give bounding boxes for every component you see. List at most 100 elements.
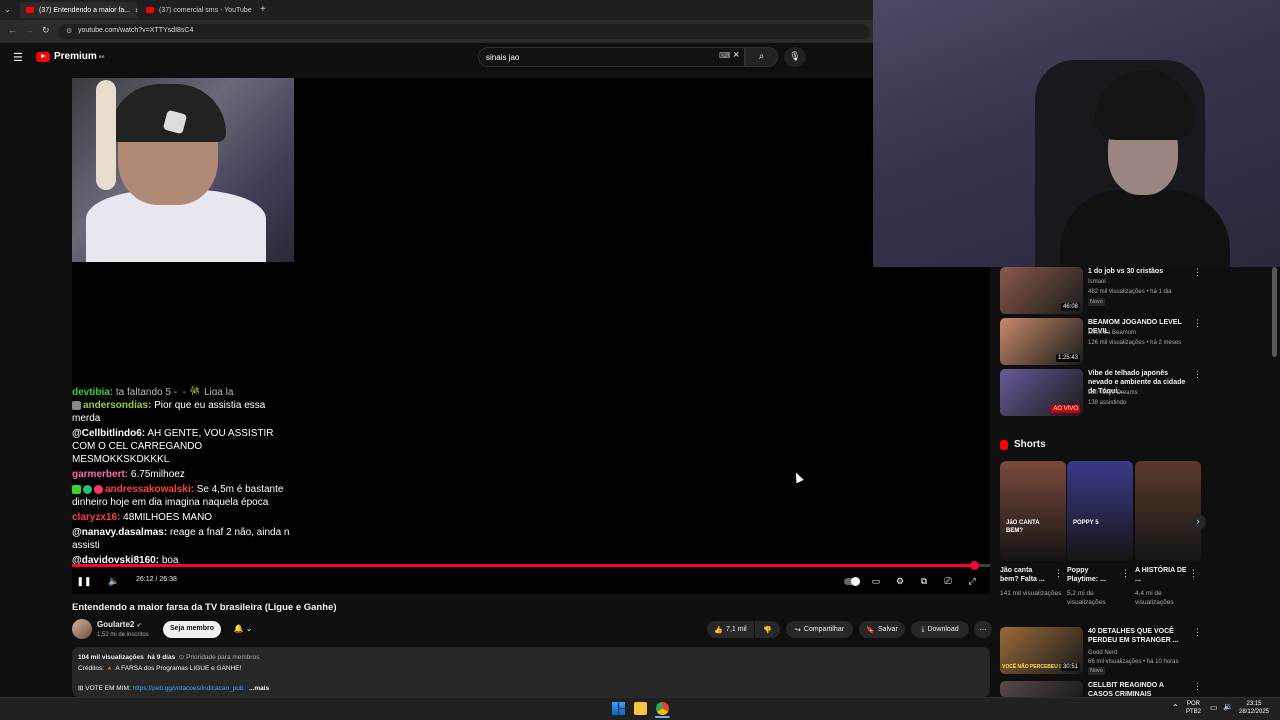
youtube-favicon-icon bbox=[26, 7, 34, 13]
recommendation-channel[interactable]: Ismael bbox=[1088, 278, 1198, 286]
back-arrow-icon[interactable]: ← bbox=[8, 25, 17, 35]
video-thumbnail[interactable] bbox=[1000, 681, 1083, 697]
volume-button[interactable]: 🔈 bbox=[106, 575, 122, 587]
more-vertical-icon[interactable]: ⋮ bbox=[1193, 369, 1202, 380]
recommendation-item[interactable]: CELLBIT REAGINDO A CASOS CRIMINAIS ⋮ bbox=[1000, 681, 1270, 697]
more-horizontal-icon: ⋯ bbox=[979, 626, 987, 634]
youtube-play-logo-icon bbox=[36, 51, 50, 62]
hamburger-menu-icon[interactable]: ☰ bbox=[13, 51, 23, 64]
more-vertical-icon[interactable]: ⋮ bbox=[1193, 267, 1202, 278]
fullscreen-icon: ⤢ bbox=[968, 575, 976, 586]
description-vote-line: ⊞ VOTE EM MIM: https://peb.gg/votacoes/i… bbox=[78, 684, 269, 692]
stream-chat-overlay: devtibia: ta faltando 5 -_- 🎋 Liga la an… bbox=[72, 386, 292, 569]
youtube-premium-logo[interactable]: Premium BR bbox=[36, 51, 105, 62]
save-button[interactable]: 🔖 Salvar bbox=[859, 621, 905, 638]
more-vertical-icon[interactable]: ⋮ bbox=[1121, 568, 1130, 579]
recommendation-channel[interactable]: Good Nerd bbox=[1088, 649, 1198, 657]
short-title[interactable]: Jão canta bem? Falta ... bbox=[1000, 566, 1052, 584]
miniplayer-button[interactable]: ⧉ bbox=[916, 575, 932, 587]
recommendation-channel[interactable]: Lofi Tokyo Dreams bbox=[1088, 389, 1198, 397]
tab-close-icon[interactable]: × bbox=[135, 6, 137, 15]
more-actions-button[interactable]: ⋯ bbox=[974, 621, 992, 638]
like-button[interactable]: 👍 7,1 mil bbox=[707, 621, 754, 638]
more-vertical-icon[interactable]: ⋮ bbox=[1193, 318, 1202, 329]
dislike-button[interactable]: 👎 bbox=[755, 621, 780, 638]
more-vertical-icon[interactable]: ⋮ bbox=[1054, 568, 1063, 579]
video-thumbnail[interactable]: VOCÊ NÃO PERCEBEU ISS 30:51 bbox=[1000, 627, 1083, 674]
recommendation-item[interactable]: 1:25:43 BEAMOM JOGANDO LEVEL DEVIL Lives d… bbox=[1000, 318, 1270, 366]
recommendation-title[interactable]: CELLBIT REAGINDO A CASOS CRIMINAIS bbox=[1088, 681, 1190, 697]
speaker-icon[interactable]: 🔉 bbox=[1223, 702, 1233, 711]
more-vertical-icon[interactable]: ⋮ bbox=[1189, 568, 1198, 579]
recommendation-item[interactable]: VOCÊ NÃO PERCEBEU ISS 30:51 40 DETALHES QU… bbox=[1000, 627, 1270, 675]
fullscreen-button[interactable]: ⤢ bbox=[964, 575, 980, 587]
recommendation-item[interactable]: 46:08 1 do job vs 30 cristãos Ismael 482 mi… bbox=[1000, 267, 1270, 315]
subtitles-button[interactable]: ▭ bbox=[868, 575, 884, 587]
forward-arrow-icon[interactable]: → bbox=[25, 25, 34, 35]
volume-icon: 🔈 bbox=[108, 575, 120, 586]
share-icon: ↪ bbox=[795, 626, 801, 634]
new-tab-button[interactable]: + bbox=[260, 4, 266, 15]
recommendation-title[interactable]: 40 DETALHES QUE VOCÊ PERDEU EM STRANGER … bbox=[1088, 627, 1190, 645]
recommendation-channel[interactable]: Lives da Beamom bbox=[1088, 329, 1198, 337]
short-title[interactable]: A HISTÓRIA DE ... bbox=[1135, 566, 1187, 584]
channel-name[interactable]: Goularte2 ✔ bbox=[97, 620, 142, 629]
video-thumbnail[interactable]: 1:25:43 bbox=[1000, 318, 1083, 365]
duration-badge: 46:08 bbox=[1060, 303, 1080, 311]
file-explorer-icon[interactable] bbox=[634, 702, 647, 715]
share-button[interactable]: ↪ Compartilhar bbox=[786, 621, 853, 638]
url-field[interactable]: youtube.com/watch?v=XTTYsdI8sC4 bbox=[58, 24, 870, 39]
autoplay-toggle[interactable] bbox=[843, 575, 861, 587]
video-thumbnail[interactable]: AO VIVO bbox=[1000, 369, 1083, 416]
vote-link[interactable]: https://peb.gg/votacoes/indicacao_pub bbox=[133, 685, 244, 692]
network-icon[interactable]: ▭ bbox=[1210, 703, 1218, 712]
more-vertical-icon[interactable]: ⋮ bbox=[1193, 627, 1202, 638]
voice-search-button[interactable]: 🎙 bbox=[784, 47, 806, 67]
video-thumbnail[interactable]: 46:08 bbox=[1000, 267, 1083, 314]
chrome-icon[interactable] bbox=[656, 702, 669, 715]
short-thumbnail[interactable] bbox=[1135, 461, 1201, 561]
shorts-next-button[interactable]: › bbox=[1190, 514, 1206, 530]
short-thumbnail[interactable]: JãO CANTA BEM? bbox=[1000, 461, 1066, 561]
short-overlay-text: POPPY 5 bbox=[1073, 520, 1099, 526]
search-button[interactable]: ⌕ bbox=[745, 47, 778, 67]
more-vertical-icon[interactable]: ⋮ bbox=[1193, 681, 1202, 692]
tab-second[interactable]: (37) comercial sms - YouTube × bbox=[140, 2, 255, 18]
notifications-button[interactable]: 🔔 ⌄ bbox=[228, 621, 258, 638]
join-button[interactable]: Seja membro bbox=[163, 621, 221, 638]
chat-message: ta faltando 5 -_- 🎋 Liga la bbox=[115, 387, 234, 395]
sidebar-scrollbar[interactable] bbox=[1272, 267, 1277, 357]
cast-button[interactable]: ⎚ bbox=[940, 575, 956, 587]
chat-message: 48MILHOES MANO bbox=[123, 512, 213, 523]
pause-icon: ❚❚ bbox=[76, 575, 92, 586]
download-button[interactable]: ⤓ Download bbox=[911, 621, 969, 638]
settings-button[interactable]: ⚙ bbox=[892, 575, 908, 587]
show-more-link[interactable]: ...mais bbox=[249, 685, 269, 692]
tab-list-chevron-icon[interactable]: ⌄ bbox=[4, 5, 11, 14]
tray-chevron-up-icon[interactable]: ⌃ bbox=[1172, 703, 1179, 712]
recommendation-meta: 138 assistindo bbox=[1088, 400, 1127, 406]
badge-icon bbox=[72, 400, 81, 410]
channel-avatar[interactable] bbox=[72, 619, 92, 639]
pause-button[interactable]: ❚❚ bbox=[74, 575, 94, 587]
keyboard-language[interactable]: POR PTB2 bbox=[1186, 700, 1201, 716]
recommendation-item[interactable]: AO VIVO Vibe de telhado japonês nevado e … bbox=[1000, 369, 1270, 417]
search-input[interactable]: sinais jao bbox=[478, 47, 745, 67]
short-thumbnail[interactable]: POPPY 5 bbox=[1067, 461, 1133, 561]
short-title[interactable]: Poppy Playtime: ... bbox=[1067, 566, 1119, 584]
tab-active[interactable]: (37) Entendendo a maior fa... × bbox=[20, 2, 137, 18]
recommendation-meta: 126 mil visualizações • há 2 meses bbox=[1088, 340, 1182, 346]
recommendation-title[interactable]: 1 do job vs 30 cristãos bbox=[1088, 267, 1190, 276]
search-value: sinais jao bbox=[486, 53, 520, 62]
miniplayer-icon: ⧉ bbox=[920, 575, 928, 586]
clock-time: 23:15 bbox=[1246, 701, 1262, 707]
system-clock[interactable]: 23:15 28/12/2025 bbox=[1237, 700, 1271, 716]
chat-user: claryzx16: bbox=[72, 512, 121, 523]
reload-icon[interactable]: ↻ bbox=[42, 25, 50, 36]
upload-age: há 9 dias bbox=[147, 654, 176, 661]
clear-search-icon[interactable]: × bbox=[733, 49, 739, 61]
youtube-favicon-icon bbox=[146, 7, 154, 13]
keyboard-icon[interactable]: ⌨ bbox=[719, 51, 731, 60]
share-label: Compartilhar bbox=[803, 626, 844, 633]
site-info-icon[interactable]: ⚙ bbox=[66, 27, 72, 35]
